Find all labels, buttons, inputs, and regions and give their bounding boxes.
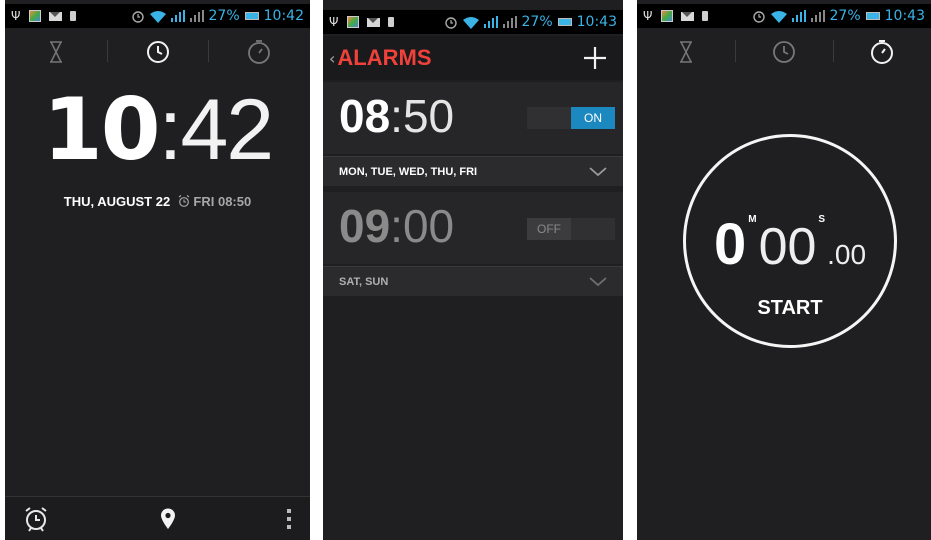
alarm-days-text: SAT, SUN [339,275,389,288]
alarm-time[interactable]: 09:00 [339,196,454,256]
stopwatch-hundredths: .00 [827,239,867,270]
tab-clock[interactable] [106,28,209,76]
alarms-screen: Ψ 27% 10:43 ‹ ALARMS 08:50 ON MON, TUE, … [323,0,623,540]
tab-bar [637,28,931,76]
alarms-action-bar: ‹ ALARMS [323,36,623,80]
usb-icon: Ψ [11,9,21,23]
current-date: THU, AUGUST 22 [63,194,171,209]
chevron-down-icon[interactable] [589,166,607,177]
sd-card-icon [70,11,76,21]
timer-hourglass-icon [680,41,692,63]
stopwatch-icon [248,40,271,64]
status-time: 10:42 [263,8,304,24]
stopwatch-dial[interactable]: 0 M00 S .00 START [683,134,897,348]
alarm-toggle[interactable]: OFF [527,218,615,240]
stopwatch-seconds: 00 [758,218,817,276]
gallery-icon [347,16,359,28]
mail-icon [681,11,694,21]
alarm-time[interactable]: 08:50 [339,86,454,146]
timer-hourglass-icon [49,41,62,63]
tab-timer[interactable] [637,28,735,76]
tab-clock[interactable] [735,28,833,76]
alarm-item[interactable]: 08:50 ON [323,82,623,154]
overflow-menu-icon[interactable] [286,508,292,530]
stopwatch-readout: 0 M00 S .00 [686,211,894,278]
alarm-status-icon [444,17,457,29]
mail-icon [49,11,62,21]
alarms-title[interactable]: ALARMS [337,45,431,71]
alarm-toggle[interactable]: ON [527,107,615,129]
usb-icon: Ψ [329,15,339,29]
alarm-minute: 00 [402,200,455,252]
usb-icon: Ψ [643,9,653,23]
tab-timer[interactable] [5,28,107,76]
battery-percent: 27% [829,8,861,24]
alarm-separator: : [390,90,403,142]
battery-icon [557,18,572,26]
time-hour: 10 [42,80,161,180]
stopwatch-screen: Ψ 27% 10:43 0 M00 S .00 START [637,0,931,540]
alarm-clock-icon[interactable] [23,506,49,532]
next-alarm: FRI 08:50 [178,194,251,209]
stopwatch-second-unit: S [818,214,826,225]
tab-stopwatch[interactable] [833,28,931,76]
battery-percent: 27% [521,14,553,30]
status-bar: Ψ 27% 10:43 [637,4,931,28]
next-alarm-text: FRI 08:50 [193,194,252,209]
tab-stopwatch[interactable] [208,28,310,76]
sd-card-icon [388,17,394,27]
alarm-minute: 50 [402,90,455,142]
sd-card-icon [702,11,708,21]
signal-sim2-icon [189,10,204,22]
signal-icon [791,10,806,22]
signal-icon [483,16,498,28]
clock-icon [146,41,169,63]
alarm-hour: 08 [339,90,391,142]
signal-sim2-icon [810,10,825,22]
wifi-icon [770,10,787,23]
status-bar: Ψ 27% 10:43 [323,10,623,34]
signal-icon [170,10,185,22]
tab-bar [5,28,310,76]
status-bar: Ψ 27% 10:42 [5,4,310,28]
add-alarm-button[interactable] [583,46,607,70]
alarm-days-text: MON, TUE, WED, THU, FRI [339,165,478,178]
alarm-status-icon [752,11,765,23]
alarm-hour: 09 [339,200,391,252]
battery-icon [865,12,880,20]
mail-icon [367,17,380,27]
battery-percent: 27% [208,8,240,24]
chevron-down-icon[interactable] [589,276,607,287]
clock-screen: Ψ 27% 10:42 10:42 THU, AUGUST 22 FRI 08:… [5,0,310,540]
alarm-repeat-days[interactable]: MON, TUE, WED, THU, FRI [323,156,623,186]
status-time: 10:43 [884,8,925,24]
signal-sim2-icon [502,16,517,28]
gallery-icon [661,10,673,22]
date-line: THU, AUGUST 22 FRI 08:50 [5,194,310,209]
next-alarm-icon [178,195,190,207]
wifi-icon [149,10,166,23]
alarm-status-icon [131,11,144,23]
time-minute: 42 [180,82,274,178]
alarm-toggle-state: OFF [527,218,571,240]
start-button[interactable]: START [686,297,894,320]
stopwatch-minute-unit: M [748,214,757,225]
status-time: 10:43 [576,14,617,30]
alarm-repeat-days[interactable]: SAT, SUN [323,266,623,296]
stopwatch-icon [871,40,893,64]
alarm-item[interactable]: 09:00 OFF [323,192,623,264]
bottom-action-bar [5,496,310,540]
battery-icon [244,12,259,20]
alarm-separator: : [390,200,403,252]
alarm-toggle-state: ON [571,107,615,129]
map-pin-icon[interactable] [160,508,176,530]
time-separator: : [158,82,183,178]
back-chevron-icon[interactable]: ‹ [329,49,335,68]
clock-icon [773,41,795,63]
gallery-icon [29,10,41,22]
current-time: 10:42 [5,84,310,176]
stopwatch-minutes: 0 [713,212,747,277]
wifi-icon [462,16,479,29]
